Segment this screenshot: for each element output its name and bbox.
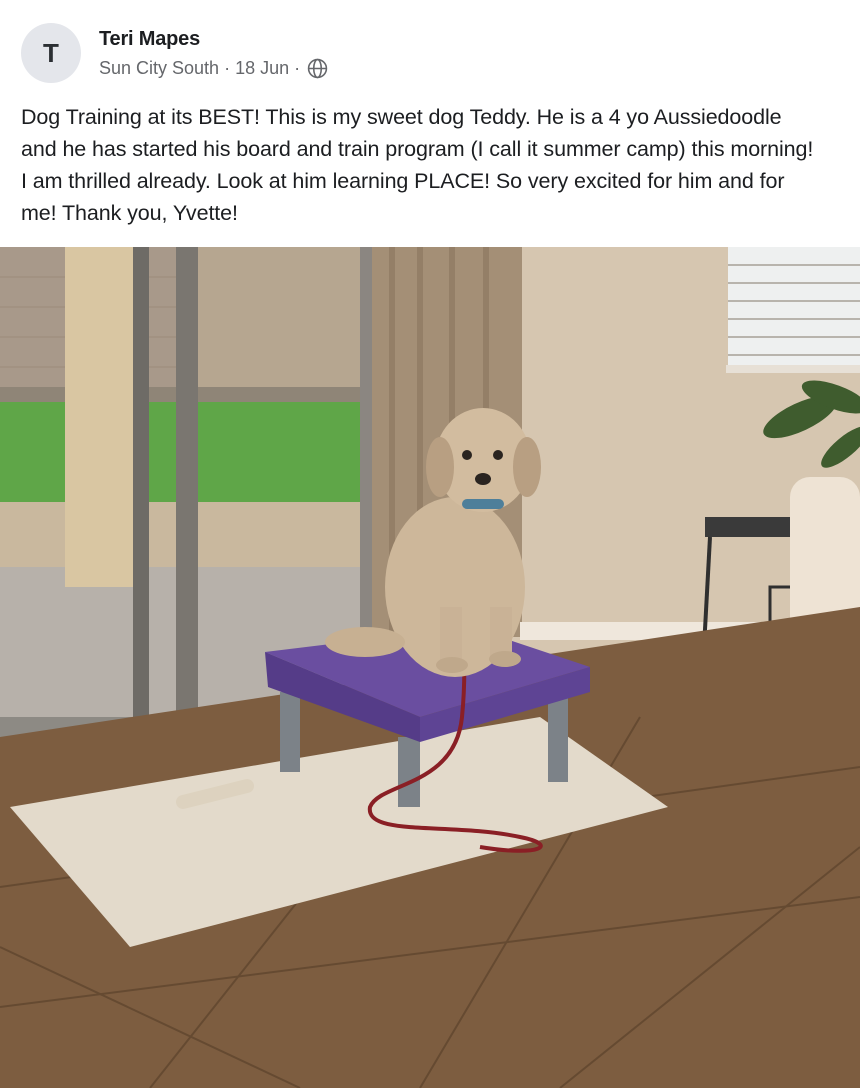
globe-icon[interactable] <box>307 58 328 79</box>
post-photo[interactable] <box>0 247 860 1088</box>
post-meta: Sun City South · 18 Jun · <box>99 58 328 79</box>
author-name[interactable]: Teri Mapes <box>99 28 200 51</box>
post-text: Dog Training at its BEST! This is my swe… <box>21 105 814 225</box>
group-name[interactable]: Sun City South <box>99 58 219 79</box>
avatar-initial: T <box>43 37 59 68</box>
dog-photo-illustration <box>0 247 860 1088</box>
post-date[interactable]: 18 Jun <box>235 58 289 79</box>
post-header: T Teri Mapes Sun City South · 18 Jun · <box>0 0 860 90</box>
avatar[interactable]: T <box>21 23 81 83</box>
meta-separator: · <box>224 58 231 78</box>
meta-separator: · <box>294 58 301 78</box>
